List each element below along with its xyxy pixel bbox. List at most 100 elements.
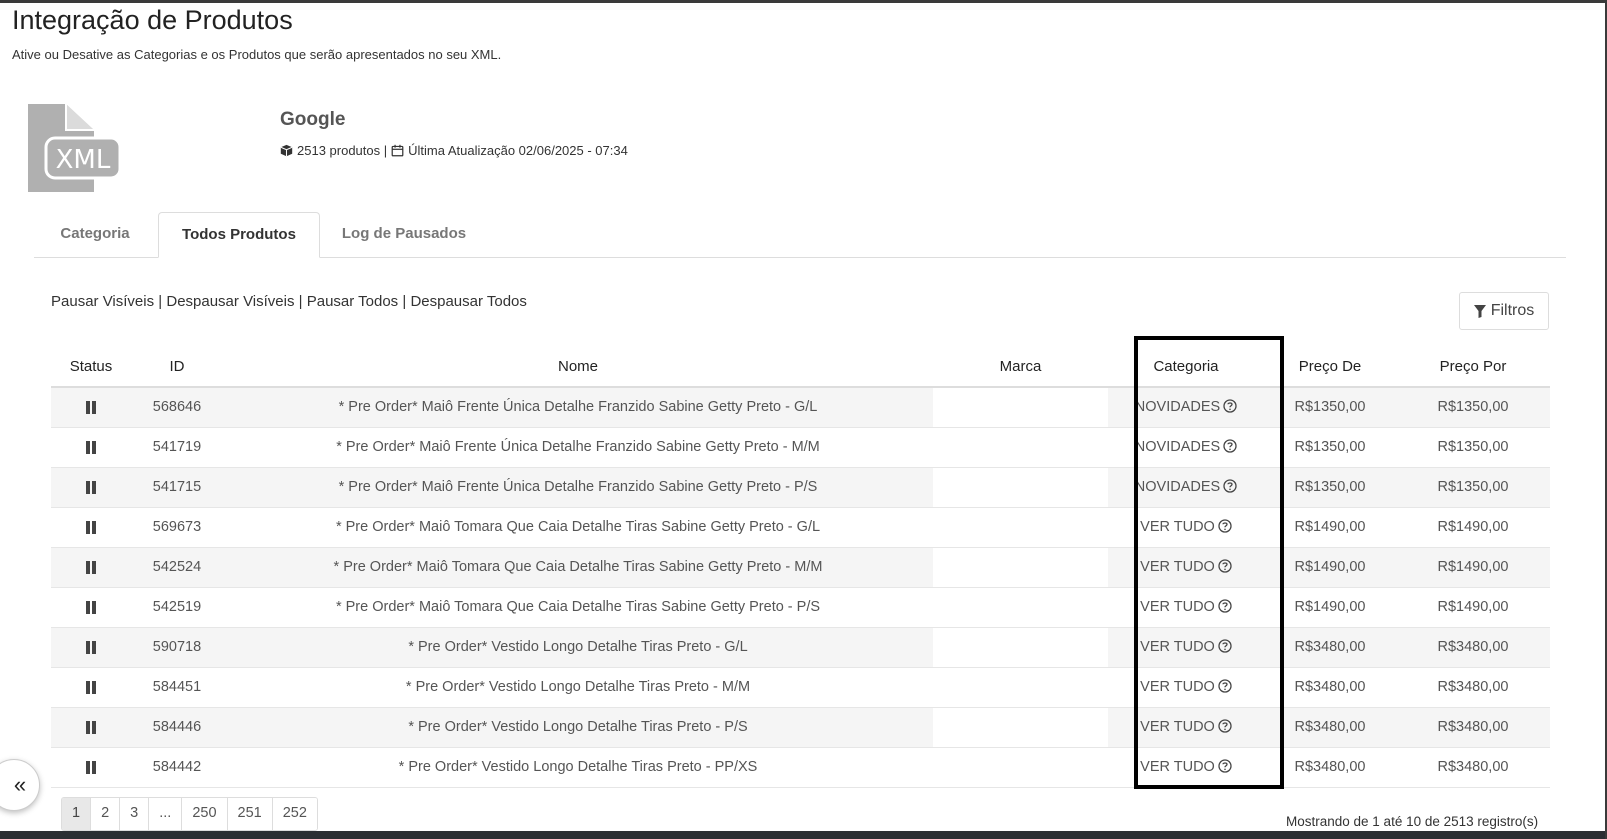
page-250[interactable]: 250 [182, 798, 228, 830]
separator: | [402, 293, 407, 310]
last-update: Última Atualização 02/06/2025 - 07:34 [408, 143, 628, 158]
pause-all-link[interactable]: Pausar Todos [307, 293, 398, 310]
pause-icon[interactable] [85, 400, 97, 414]
question-circle-icon[interactable] [1218, 679, 1232, 693]
pause-icon[interactable] [85, 680, 97, 694]
categoria-cell: VER TUDO [1108, 507, 1264, 548]
status-cell [51, 507, 131, 548]
question-circle-icon[interactable] [1218, 719, 1232, 733]
pause-icon[interactable] [85, 720, 97, 734]
categoria-label: NOVIDADES [1134, 479, 1221, 495]
table-row: 542524 * Pre Order* Maiô Tomara Que Caia… [51, 547, 1550, 588]
feed-name: Google [280, 109, 346, 130]
categoria-label: VER TUDO [1140, 679, 1215, 695]
header-preco-por[interactable]: Preço Por [1396, 346, 1550, 388]
bulk-actions: Pausar Visíveis | Despausar Visíveis | P… [51, 293, 527, 310]
tab-categoria[interactable]: Categoria [34, 212, 156, 258]
header-marca[interactable]: Marca [933, 346, 1108, 388]
preco-de-cell: R$1490,00 [1264, 587, 1396, 628]
question-circle-icon[interactable] [1218, 639, 1232, 653]
preco-por-cell: R$1350,00 [1396, 427, 1550, 468]
header-id[interactable]: ID [131, 346, 223, 388]
id-cell: 569673 [131, 507, 223, 548]
pause-icon[interactable] [85, 480, 97, 494]
marca-cell [933, 467, 1108, 508]
question-circle-icon[interactable] [1223, 439, 1237, 453]
pause-visible-link[interactable]: Pausar Visíveis [51, 293, 154, 310]
table-row: 584451 * Pre Order* Vestido Longo Detalh… [51, 667, 1550, 708]
preco-de-cell: R$1350,00 [1264, 387, 1396, 428]
id-cell: 568646 [131, 387, 223, 428]
tab-log-de-pausados[interactable]: Log de Pausados [324, 212, 484, 258]
status-cell [51, 747, 131, 788]
question-circle-icon[interactable] [1218, 559, 1232, 573]
status-cell [51, 707, 131, 748]
preco-por-cell: R$3480,00 [1396, 667, 1550, 708]
preco-de-cell: R$3480,00 [1264, 747, 1396, 788]
page-251[interactable]: 251 [227, 798, 273, 830]
taskbar-strip [0, 831, 1605, 839]
page-title: Integração de Produtos [12, 5, 293, 35]
status-cell [51, 467, 131, 508]
id-cell: 541719 [131, 427, 223, 468]
header-nome[interactable]: Nome [223, 346, 933, 388]
unpause-all-link[interactable]: Despausar Todos [410, 293, 526, 310]
unpause-visible-link[interactable]: Despausar Visíveis [166, 293, 294, 310]
page-2[interactable]: 2 [91, 798, 121, 830]
pause-icon[interactable] [85, 640, 97, 654]
pause-icon[interactable] [85, 520, 97, 534]
status-cell [51, 547, 131, 588]
question-circle-icon[interactable] [1218, 759, 1232, 773]
nome-cell: * Pre Order* Vestido Longo Detalhe Tiras… [223, 747, 933, 788]
categoria-cell: VER TUDO [1108, 667, 1264, 708]
header-preco-de[interactable]: Preço De [1264, 346, 1396, 388]
page-3[interactable]: 3 [120, 798, 150, 830]
question-circle-icon[interactable] [1223, 399, 1237, 413]
status-cell [51, 387, 131, 428]
categoria-label: VER TUDO [1140, 719, 1215, 735]
marca-cell [933, 547, 1108, 588]
page-1[interactable]: 1 [62, 798, 92, 830]
id-cell: 584451 [131, 667, 223, 708]
tab-todos-produtos[interactable]: Todos Produtos [158, 212, 320, 258]
page-252[interactable]: 252 [272, 798, 317, 830]
preco-de-cell: R$1490,00 [1264, 507, 1396, 548]
nome-cell: * Pre Order* Maiô Tomara Que Caia Detalh… [223, 507, 933, 548]
categoria-cell: NOVIDADES [1108, 387, 1264, 428]
table-row: 541715 * Pre Order* Maiô Frente Única De… [51, 467, 1550, 508]
categoria-label: NOVIDADES [1134, 399, 1221, 416]
preco-por-cell: R$1490,00 [1396, 547, 1550, 588]
table-row: 569673 * Pre Order* Maiô Tomara Que Caia… [51, 507, 1550, 548]
xml-file-icon: XML [28, 104, 122, 192]
status-cell [51, 427, 131, 468]
categoria-label: VER TUDO [1140, 559, 1215, 575]
marca-cell [933, 427, 1108, 468]
question-circle-icon[interactable] [1218, 519, 1232, 533]
pause-icon[interactable] [85, 440, 97, 454]
id-cell: 541715 [131, 467, 223, 508]
separator: | [298, 293, 303, 310]
products-table: Status ID Nome Marca Categoria Preço De … [51, 346, 1550, 788]
pause-icon[interactable] [85, 600, 97, 614]
marca-cell [933, 627, 1108, 668]
id-cell: 590718 [131, 627, 223, 668]
nome-cell: * Pre Order* Maiô Frente Única Detalhe F… [223, 467, 933, 508]
categoria-cell: VER TUDO [1108, 547, 1264, 588]
table-header-row: Status ID Nome Marca Categoria Preço De … [51, 346, 1550, 388]
question-circle-icon[interactable] [1223, 479, 1237, 493]
main-window: Integração de Produtos Ative ou Desative… [0, 0, 1607, 839]
marca-cell [933, 507, 1108, 548]
header-status[interactable]: Status [51, 346, 131, 388]
categoria-label: VER TUDO [1140, 519, 1215, 535]
header-categoria[interactable]: Categoria [1108, 346, 1264, 388]
pagination: 1 2 3 ... 250 251 252 [61, 797, 318, 831]
filter-button[interactable]: Filtros [1459, 292, 1549, 330]
pause-icon[interactable] [85, 560, 97, 574]
preco-por-cell: R$3480,00 [1396, 747, 1550, 788]
nome-cell: * Pre Order* Maiô Frente Única Detalhe F… [223, 387, 933, 428]
collapse-sidebar-button[interactable]: « [0, 759, 40, 811]
question-circle-icon[interactable] [1218, 599, 1232, 613]
nome-cell: * Pre Order* Maiô Tomara Que Caia Detalh… [223, 547, 933, 588]
nome-cell: * Pre Order* Vestido Longo Detalhe Tiras… [223, 627, 933, 668]
pause-icon[interactable] [85, 760, 97, 774]
